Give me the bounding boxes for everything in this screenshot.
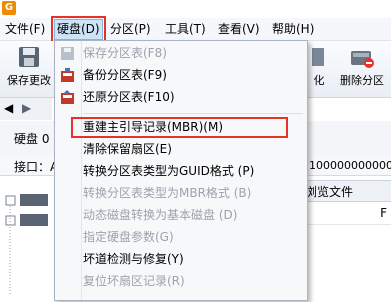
menu-item-label: 清除保留扇区(E) <box>83 142 172 156</box>
menu-clear-reserved-sectors[interactable]: 清除保留扇区(E) <box>55 139 307 160</box>
menu-reset-bad-sector-records[interactable]: 复位坏扇区记录(R) <box>55 271 307 292</box>
disk-label: 硬盘 0 <box>14 132 50 146</box>
save-changes-button[interactable]: 保存更改 <box>6 45 52 88</box>
tab-browse-files[interactable]: 浏览文件 <box>300 180 391 202</box>
delete-partition-button[interactable]: 删除分区 <box>336 45 388 88</box>
menu-bad-sector-check[interactable]: 坏道检测与修复(Y) <box>55 249 307 270</box>
menu-restore-partition-table[interactable]: 还原分区表(F10) <box>55 87 307 108</box>
back-arrow-icon[interactable]: ◀ <box>4 101 13 115</box>
menu-dynamic-to-basic[interactable]: 动态磁盘转换为基本磁盘 (D) <box>55 205 307 226</box>
file-column-header: F <box>300 202 391 225</box>
disk-dropdown-menu: 保存分区表(F8) 备份分区表(F9) 还原分区表(F10) 重建主引导记录(M… <box>54 40 308 301</box>
nav-row: ◀ ▶ <box>0 98 52 120</box>
delete-partition-icon <box>349 45 375 69</box>
menu-convert-to-guid[interactable]: 转换分区表类型为GUID格式 (P) <box>55 161 307 182</box>
menu-save-partition-table[interactable]: 保存分区表(F8) <box>55 43 307 64</box>
menu-item-label: 转换分区表类型为MBR格式 (B) <box>83 186 252 200</box>
save-changes-label: 保存更改 <box>7 74 51 87</box>
menu-partition[interactable]: 分区(P) <box>110 21 151 38</box>
format-button[interactable]: 化 <box>312 45 326 88</box>
menu-specify-disk-params[interactable]: 指定硬盘参数(G) <box>55 227 307 248</box>
menu-tools[interactable]: 工具(T) <box>165 21 206 38</box>
menu-view[interactable]: 查看(V) <box>218 21 260 38</box>
delete-partition-label: 删除分区 <box>340 74 384 87</box>
menu-item-label: 指定硬盘参数(G) <box>83 230 174 244</box>
menu-backup-partition-table[interactable]: 备份分区表(F9) <box>55 65 307 86</box>
menu-item-label: 备份分区表(F9) <box>83 68 167 82</box>
menu-item-label: 重建主引导记录(MBR)(M) <box>83 120 224 134</box>
save-icon <box>60 46 75 61</box>
menu-item-label: 坏道检测与修复(Y) <box>83 252 184 266</box>
tree-structure-icon[interactable] <box>0 176 60 299</box>
column-header-label: F <box>380 206 387 220</box>
menu-item-label: 保存分区表(F8) <box>83 46 167 60</box>
menu-bar: 文件(F) 硬盘(D) 分区(P) 工具(T) 查看(V) 帮助(H) <box>0 16 391 43</box>
forward-arrow-icon[interactable]: ▶ <box>22 101 31 115</box>
menu-item-label: 转换分区表类型为GUID格式 (P) <box>83 164 255 178</box>
app-logo-icon: G <box>2 1 16 15</box>
menu-file[interactable]: 文件(F) <box>5 21 45 38</box>
backup-icon <box>60 68 75 83</box>
format-icon <box>312 45 326 69</box>
disk-number-readout: 10000000000000 <box>309 159 391 172</box>
menu-convert-to-mbr[interactable]: 转换分区表类型为MBR格式 (B) <box>55 183 307 204</box>
menu-separator <box>83 113 303 114</box>
disk-tree-panel <box>0 176 61 299</box>
menu-item-label: 复位坏扇区记录(R) <box>83 274 185 288</box>
menu-help[interactable]: 帮助(H) <box>272 21 314 38</box>
restore-icon <box>60 90 75 105</box>
menu-item-label: 还原分区表(F10) <box>83 90 175 104</box>
format-label: 化 <box>313 74 325 87</box>
menu-rebuild-mbr[interactable]: 重建主引导记录(MBR)(M) <box>71 117 288 138</box>
save-disk-icon <box>16 45 42 69</box>
menu-disk[interactable]: 硬盘(D) <box>51 16 106 43</box>
menu-item-label: 动态磁盘转换为基本磁盘 (D) <box>83 208 238 222</box>
tab-browse-files-label: 浏览文件 <box>305 185 354 199</box>
interface-label: 接口：A <box>14 160 59 174</box>
title-bar: G <box>0 0 391 18</box>
